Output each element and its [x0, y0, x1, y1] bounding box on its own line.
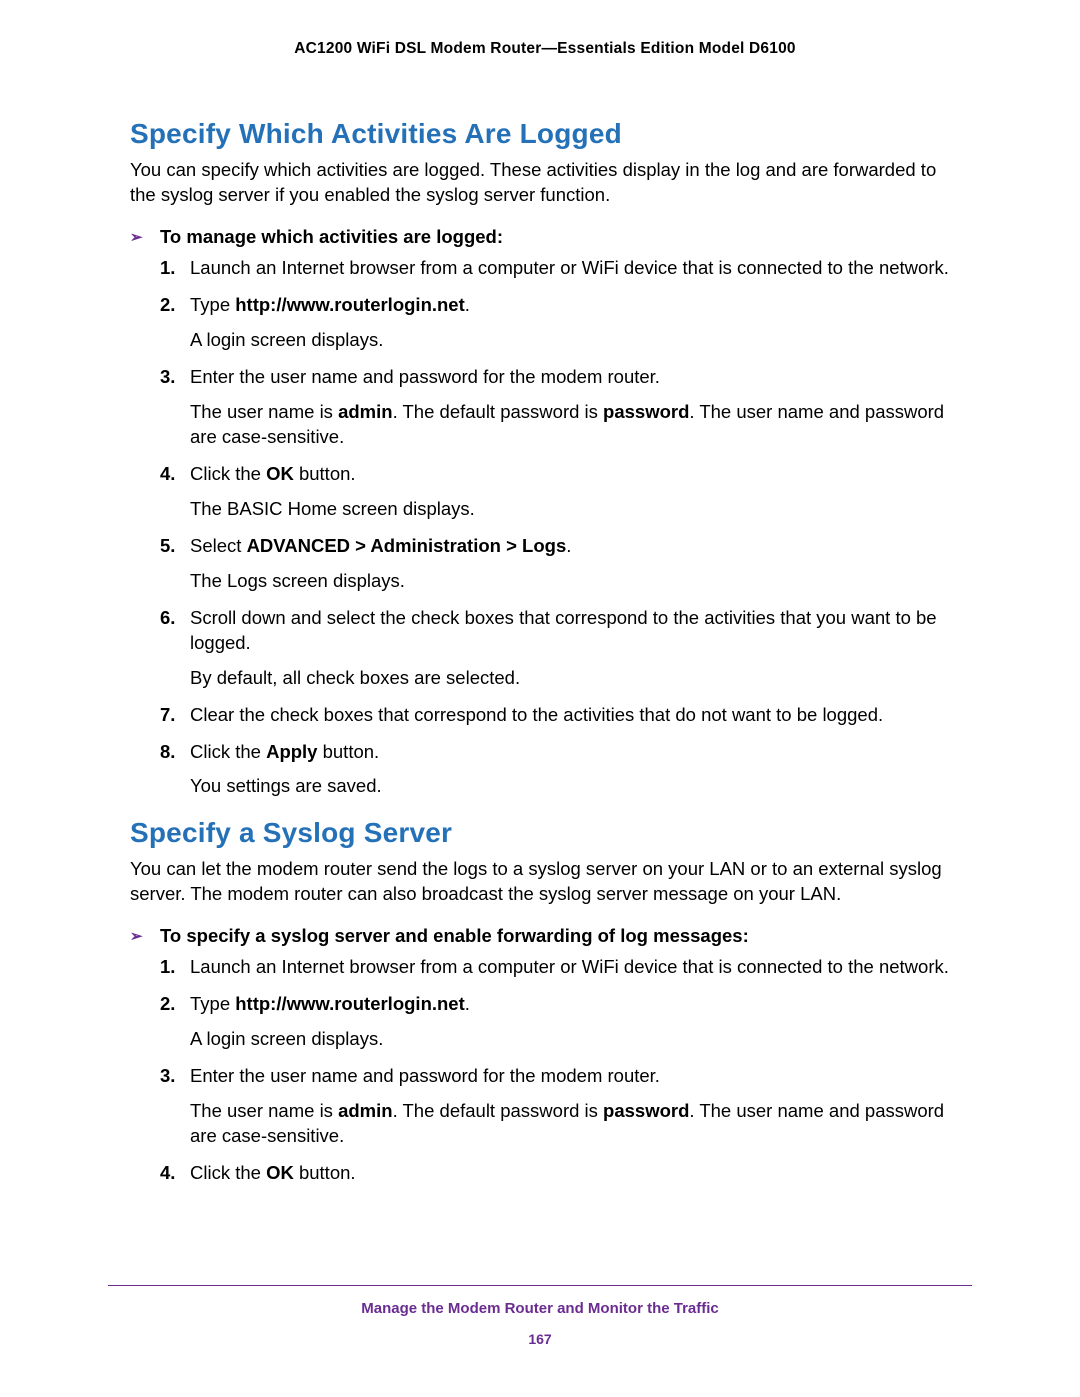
section-heading-syslog-server: Specify a Syslog Server: [130, 817, 960, 849]
step-item: 2. Type http://www.routerlogin.net. A logi…: [160, 293, 960, 353]
step-body: Scroll down and select the check boxes t…: [190, 606, 960, 656]
step-body: Launch an Internet browser from a comput…: [190, 955, 960, 980]
step-body: Click the Apply button.: [190, 740, 960, 765]
document-header: AC1200 WiFi DSL Modem Router—Essentials …: [130, 40, 960, 58]
step-body: Click the OK button.: [190, 462, 960, 487]
step-followup: By default, all check boxes are selected…: [190, 666, 960, 691]
triangle-bullet-icon: ➢: [130, 927, 143, 945]
step-followup: A login screen displays.: [190, 1027, 960, 1052]
step-number: 3.: [160, 365, 175, 390]
steps-list: 1. Launch an Internet browser from a comp…: [130, 256, 960, 800]
step-body: Click the OK button.: [190, 1161, 960, 1186]
step-followup: You settings are saved.: [190, 774, 960, 799]
step-item: 7. Clear the check boxes that correspond …: [160, 703, 960, 728]
procedure-heading-text: To specify a syslog server and enable fo…: [160, 925, 749, 946]
step-item: 1. Launch an Internet browser from a comp…: [160, 955, 960, 980]
step-body: Clear the check boxes that correspond to…: [190, 703, 960, 728]
step-body: Enter the user name and password for the…: [190, 365, 960, 390]
step-item: 4. Click the OK button. The BASIC Home scr…: [160, 462, 960, 522]
document-page: AC1200 WiFi DSL Modem Router—Essentials …: [0, 0, 1080, 1397]
step-body: Enter the user name and password for the…: [190, 1064, 960, 1089]
step-body: Launch an Internet browser from a comput…: [190, 256, 960, 281]
intro-paragraph: You can let the modem router send the lo…: [130, 857, 960, 907]
step-followup: The user name is admin. The default pass…: [190, 400, 960, 450]
triangle-bullet-icon: ➢: [130, 228, 143, 246]
step-item: 2. Type http://www.routerlogin.net. A logi…: [160, 992, 960, 1052]
step-followup: The BASIC Home screen displays.: [190, 497, 960, 522]
footer-page-number: 167: [108, 1331, 972, 1347]
step-item: 3. Enter the user name and password for t…: [160, 365, 960, 450]
step-number: 2.: [160, 293, 175, 318]
step-number: 4.: [160, 1161, 175, 1186]
step-number: 3.: [160, 1064, 175, 1089]
step-item: 6. Scroll down and select the check boxes…: [160, 606, 960, 691]
footer-chapter-title: Manage the Modem Router and Monitor the …: [108, 1300, 972, 1317]
steps-list: 1. Launch an Internet browser from a comp…: [130, 955, 960, 1186]
step-number: 7.: [160, 703, 175, 728]
step-body: Select ADVANCED > Administration > Logs.: [190, 534, 960, 559]
section-heading-activities-logged: Specify Which Activities Are Logged: [130, 118, 960, 150]
step-number: 4.: [160, 462, 175, 487]
step-number: 8.: [160, 740, 175, 765]
procedure-heading: ➢ To manage which activities are logged:: [130, 226, 960, 248]
intro-paragraph: You can specify which activities are log…: [130, 158, 960, 208]
step-item: 8. Click the Apply button. You settings ar…: [160, 740, 960, 800]
step-followup: The Logs screen displays.: [190, 569, 960, 594]
step-followup: The user name is admin. The default pass…: [190, 1099, 960, 1149]
footer-rule: [108, 1285, 972, 1286]
step-item: 3. Enter the user name and password for t…: [160, 1064, 960, 1149]
page-footer: Manage the Modem Router and Monitor the …: [108, 1285, 972, 1347]
step-number: 5.: [160, 534, 175, 559]
procedure-heading: ➢ To specify a syslog server and enable …: [130, 925, 960, 947]
step-number: 1.: [160, 256, 175, 281]
step-item: 5. Select ADVANCED > Administration > Log…: [160, 534, 960, 594]
step-item: 4. Click the OK button.: [160, 1161, 960, 1186]
step-number: 6.: [160, 606, 175, 631]
step-followup: A login screen displays.: [190, 328, 960, 353]
step-number: 1.: [160, 955, 175, 980]
procedure-heading-text: To manage which activities are logged:: [160, 226, 503, 247]
step-body: Type http://www.routerlogin.net.: [190, 293, 960, 318]
step-number: 2.: [160, 992, 175, 1017]
step-body: Type http://www.routerlogin.net.: [190, 992, 960, 1017]
step-item: 1. Launch an Internet browser from a comp…: [160, 256, 960, 281]
